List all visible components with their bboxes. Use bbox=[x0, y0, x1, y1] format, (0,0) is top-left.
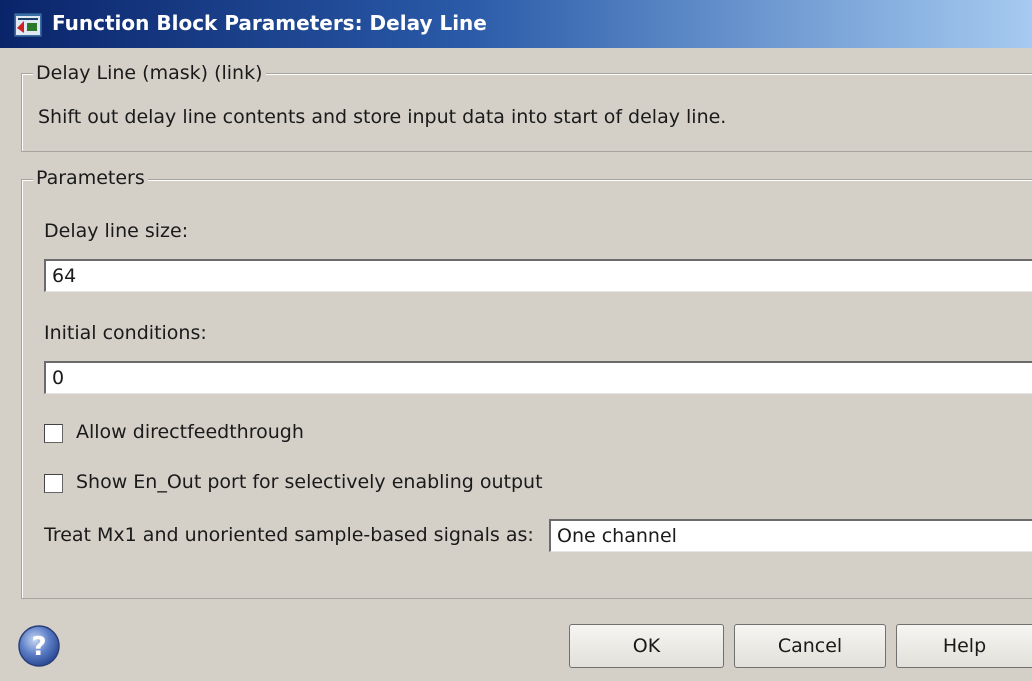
question-mark-icon[interactable]: ? bbox=[17, 624, 61, 668]
ok-button[interactable]: OK bbox=[569, 624, 724, 668]
allow-direct-feedthrough-label[interactable]: Allow directfeedthrough bbox=[76, 421, 304, 443]
show-en-out-checkbox[interactable] bbox=[44, 474, 63, 493]
svg-text:?: ? bbox=[31, 632, 46, 662]
cancel-button[interactable]: Cancel bbox=[734, 624, 886, 668]
simulink-block-icon bbox=[14, 13, 42, 37]
treat-signals-select[interactable]: One channel bbox=[549, 519, 1032, 552]
mask-group-legend: Delay Line (mask) (link) bbox=[33, 62, 266, 84]
delay-line-size-input[interactable]: 64 bbox=[44, 259, 1032, 292]
parameters-legend: Parameters bbox=[33, 167, 148, 189]
delay-line-size-label: Delay line size: bbox=[44, 220, 189, 242]
window-title: Function Block Parameters: Delay Line bbox=[52, 11, 487, 35]
title-bar[interactable]: Function Block Parameters: Delay Line bbox=[0, 0, 1032, 48]
help-button[interactable]: Help bbox=[896, 624, 1032, 668]
allow-direct-feedthrough-checkbox[interactable] bbox=[44, 424, 63, 443]
initial-conditions-label: Initial conditions: bbox=[44, 322, 207, 344]
treat-signals-label: Treat Mx1 and unoriented sample-based si… bbox=[44, 524, 534, 546]
show-en-out-label[interactable]: Show En_Out port for selectively enablin… bbox=[76, 471, 543, 493]
block-description: Shift out delay line contents and store … bbox=[38, 106, 727, 128]
initial-conditions-input[interactable]: 0 bbox=[44, 361, 1032, 394]
